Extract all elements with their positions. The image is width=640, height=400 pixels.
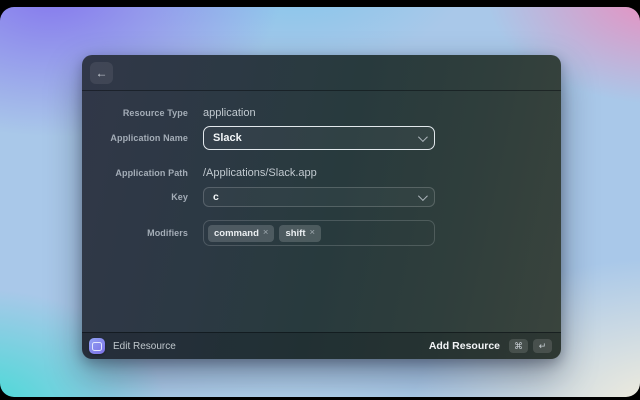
form-row-application-path: Application Path /Applications/Slack.app	[82, 162, 561, 184]
field-label: Key	[171, 192, 188, 202]
back-arrow-icon: ←	[95, 65, 108, 80]
field-label: Modifiers	[147, 228, 188, 238]
command-key-icon: ⌘	[509, 339, 528, 353]
add-resource-label: Add Resource	[428, 340, 500, 352]
modifier-chip-shift: shift ×	[279, 224, 322, 242]
remove-icon[interactable]: ×	[310, 228, 316, 238]
key-select[interactable]: c	[203, 187, 435, 207]
form-row-application-name: Application Name Slack	[82, 126, 561, 150]
form-row-modifiers: Modifiers command × shift ×	[82, 220, 561, 246]
application-path-value: /Applications/Slack.app	[203, 167, 317, 179]
field-label: Application Name	[110, 133, 188, 143]
footer-mode-label: Edit Resource	[113, 340, 176, 352]
app-icon	[89, 338, 105, 354]
resource-form: Resource Type application Application Na…	[82, 91, 561, 246]
keycap-glyph-icon	[92, 341, 102, 351]
window-header: ←	[82, 55, 561, 91]
footer-status: Edit Resource	[89, 338, 176, 354]
chevron-down-icon	[417, 131, 428, 142]
modifiers-input[interactable]: command × shift ×	[203, 220, 435, 246]
resource-type-value: application	[203, 107, 256, 119]
form-row-key: Key c	[82, 186, 561, 208]
field-label: Resource Type	[122, 108, 188, 118]
chevron-down-icon	[417, 190, 428, 201]
select-value: Slack	[213, 132, 242, 144]
add-resource-button[interactable]: Add Resource ⌘ ↵	[429, 339, 552, 353]
back-button[interactable]: ←	[90, 61, 113, 84]
window-footer: Edit Resource Add Resource ⌘ ↵	[82, 332, 561, 359]
return-key-icon: ↵	[533, 339, 552, 353]
modifier-chip-command: command ×	[208, 224, 275, 242]
form-row-resource-type: Resource Type application	[82, 102, 561, 124]
chip-label: command	[214, 227, 259, 239]
chip-label: shift	[285, 227, 306, 239]
field-label: Application Path	[115, 168, 188, 178]
edit-resource-window: ← Resource Type application Application …	[82, 55, 561, 359]
desktop-background: ← Resource Type application Application …	[0, 7, 640, 397]
select-value: c	[213, 191, 219, 203]
remove-icon[interactable]: ×	[263, 228, 269, 238]
application-name-select[interactable]: Slack	[203, 126, 435, 150]
